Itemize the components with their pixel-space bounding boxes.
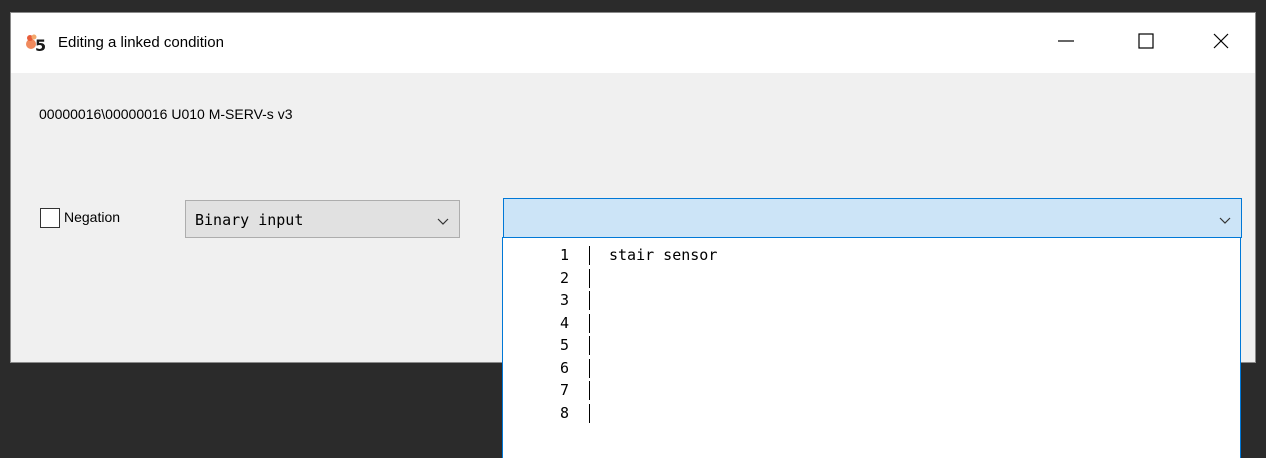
condition-type-value: Binary input (195, 211, 304, 229)
close-button[interactable] (1191, 13, 1251, 73)
dropdown-items: 1 stair sensor 2 3 4 5 6 7 8 (503, 244, 1240, 424)
dropdown-item-number: 4 (559, 313, 569, 332)
dropdown-item-number: 7 (559, 381, 569, 399)
dropdown-item[interactable]: 8 (503, 402, 1240, 425)
chevron-down-icon (1218, 212, 1232, 230)
dropdown-item-separator (589, 246, 590, 265)
dropdown-item[interactable]: 4 (503, 312, 1240, 335)
negation-label[interactable]: Negation (64, 209, 120, 225)
dropdown-item-number: 2 (559, 268, 569, 287)
input-item-dropdown-list[interactable]: 1 stair sensor 2 3 4 5 6 7 8 (502, 237, 1241, 458)
dropdown-item-label: stair sensor (609, 246, 718, 264)
dropdown-item[interactable]: 2 (503, 267, 1240, 290)
title-bar[interactable]: 5 Editing a linked condition (11, 13, 1255, 73)
minimize-icon (1057, 32, 1075, 55)
input-item-select[interactable] (503, 198, 1242, 238)
dropdown-item-number: 5 (559, 336, 569, 354)
dropdown-item-number: 3 (559, 291, 569, 309)
condition-type-select[interactable]: Binary input (185, 200, 460, 238)
app-logo-5-icon: 5 (25, 33, 47, 55)
minimize-button[interactable] (1036, 13, 1096, 73)
dropdown-item-separator (589, 313, 590, 333)
dropdown-item-separator (589, 291, 590, 310)
dropdown-item-number: 8 (559, 403, 569, 422)
desktop: 5 Editing a linked condition 00000016\00… (0, 0, 1266, 458)
dropdown-item[interactable]: 1 stair sensor (503, 244, 1240, 267)
dropdown-item[interactable]: 5 (503, 334, 1240, 357)
dropdown-item-separator (589, 268, 590, 288)
dropdown-item-number: 1 (559, 246, 569, 264)
maximize-icon (1137, 32, 1155, 55)
window-title: Editing a linked condition (58, 34, 224, 51)
dropdown-item[interactable]: 6 (503, 357, 1240, 380)
dropdown-item[interactable]: 3 (503, 289, 1240, 312)
dropdown-item-separator (589, 403, 590, 423)
close-icon (1212, 32, 1230, 55)
chevron-down-icon (436, 213, 450, 231)
negation-checkbox[interactable] (40, 208, 60, 228)
dropdown-item[interactable]: 7 (503, 379, 1240, 402)
device-path-label: 00000016\00000016 U010 M-SERV-s v3 (39, 106, 293, 122)
dropdown-item-number: 6 (559, 358, 569, 377)
dropdown-item-separator (589, 358, 590, 378)
svg-text:5: 5 (35, 36, 46, 53)
dropdown-item-separator (589, 381, 590, 400)
maximize-button[interactable] (1116, 13, 1176, 73)
dropdown-item-separator (589, 336, 590, 355)
